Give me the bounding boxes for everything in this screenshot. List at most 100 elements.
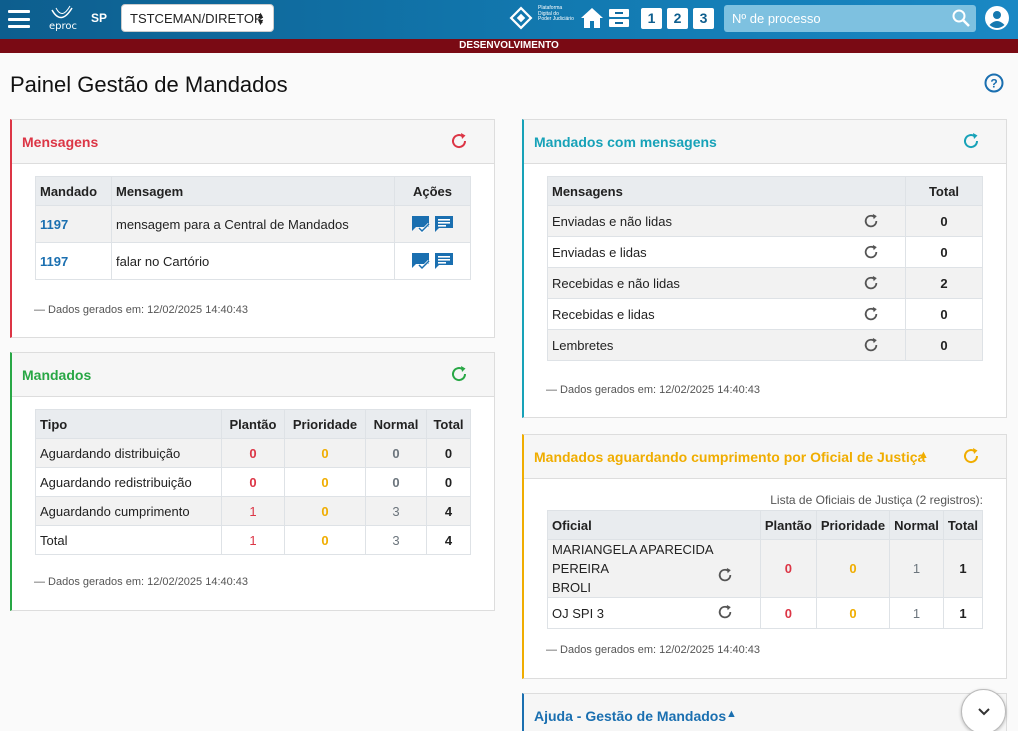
refresh-icon[interactable] bbox=[863, 244, 879, 260]
mark-read-icon[interactable] bbox=[411, 215, 431, 233]
table-row: Lembretes 0 bbox=[547, 329, 983, 361]
oficiais-card-title: Mandados aguardando cumprimento por Ofic… bbox=[534, 449, 926, 465]
plantao-cell[interactable]: 1 bbox=[221, 496, 285, 526]
collapse-caret-icon[interactable]: ▲ bbox=[726, 708, 737, 720]
total-cell[interactable]: 1 bbox=[942, 597, 984, 629]
search-placeholder: Nº de processo bbox=[732, 11, 821, 26]
oficiais-list-caption: Lista de Oficiais de Justiça (2 registro… bbox=[770, 493, 983, 507]
refresh-icon[interactable] bbox=[450, 365, 468, 383]
actions-cell bbox=[394, 205, 471, 243]
plantao-cell[interactable]: 0 bbox=[759, 539, 817, 598]
oficial-name-line: OJ SPI 3 bbox=[552, 605, 605, 621]
region-label: SP bbox=[91, 11, 108, 25]
prioridade-cell[interactable]: 0 bbox=[284, 467, 366, 497]
column-header: Normal bbox=[365, 409, 427, 439]
profile-select[interactable]: TSTCEMAN/DIRETOR ▲ ▼ bbox=[121, 4, 274, 32]
collapse-caret-icon[interactable]: ▲ bbox=[918, 449, 929, 461]
mandados-card-header: Mandados bbox=[12, 353, 494, 397]
column-header: Mensagens bbox=[547, 176, 906, 206]
total-cell[interactable]: 2 bbox=[905, 267, 983, 299]
table-row: 1197 falar no Cartório bbox=[35, 242, 471, 280]
normal-cell[interactable]: 1 bbox=[889, 539, 944, 598]
shortcut-2-button[interactable]: 2 bbox=[667, 8, 688, 29]
inbox-icon[interactable] bbox=[607, 7, 631, 29]
search-icon[interactable] bbox=[952, 9, 970, 27]
process-search-input[interactable]: Nº de processo bbox=[724, 5, 976, 32]
column-header: Total bbox=[905, 176, 983, 206]
mark-read-icon[interactable] bbox=[411, 252, 431, 270]
prioridade-cell[interactable]: 0 bbox=[284, 438, 366, 468]
total-cell[interactable]: 1 bbox=[942, 539, 984, 598]
total-cell[interactable]: 0 bbox=[905, 329, 983, 361]
mandado-link[interactable]: 1197 bbox=[40, 254, 68, 269]
total-cell[interactable]: 4 bbox=[426, 496, 471, 526]
status-cell: Recebidas e não lidas bbox=[547, 267, 906, 299]
prioridade-cell[interactable]: 0 bbox=[815, 539, 891, 598]
total-cell[interactable]: 0 bbox=[905, 298, 983, 330]
refresh-icon[interactable] bbox=[962, 447, 980, 465]
table-row: Recebidas e não lidas 2 bbox=[547, 267, 983, 299]
refresh-icon[interactable] bbox=[863, 337, 879, 353]
refresh-icon[interactable] bbox=[863, 275, 879, 291]
total-cell[interactable]: 4 bbox=[426, 525, 471, 555]
generated-at-text: — Dados gerados em: 12/02/2025 14:40:43 bbox=[546, 644, 761, 656]
table-row: MARIANGELA APARECIDA PEREIRA BROLI 0 0 1… bbox=[547, 539, 984, 598]
total-cell[interactable]: 0 bbox=[426, 467, 471, 497]
ajuda-card-title: Ajuda - Gestão de Mandados bbox=[534, 708, 727, 724]
normal-cell[interactable]: 3 bbox=[365, 496, 427, 526]
normal-cell[interactable]: 0 bbox=[365, 438, 427, 468]
mensagens-status-table: Mensagens Total Enviadas e não lidas 0 E… bbox=[547, 176, 983, 361]
normal-cell[interactable]: 3 bbox=[365, 525, 427, 555]
refresh-icon[interactable] bbox=[717, 604, 733, 620]
status-label: Enviadas e não lidas bbox=[552, 213, 672, 229]
status-label: Lembretes bbox=[552, 337, 614, 353]
oficiais-card: Mandados aguardando cumprimento por Ofic… bbox=[522, 434, 1007, 679]
refresh-icon[interactable] bbox=[863, 213, 879, 229]
refresh-icon[interactable] bbox=[863, 306, 879, 322]
refresh-icon[interactable] bbox=[962, 132, 980, 150]
plantao-cell[interactable]: 0 bbox=[759, 597, 817, 629]
tipo-cell: Aguardando distribuição bbox=[35, 438, 222, 468]
prioridade-cell[interactable]: 0 bbox=[284, 496, 366, 526]
status-cell: Recebidas e lidas bbox=[547, 298, 906, 330]
reply-message-icon[interactable] bbox=[434, 252, 454, 270]
total-cell[interactable]: 0 bbox=[905, 205, 983, 237]
plantao-cell[interactable]: 0 bbox=[221, 467, 285, 497]
shortcut-3-button[interactable]: 3 bbox=[693, 8, 714, 29]
mandado-link[interactable]: 1197 bbox=[40, 217, 68, 232]
plantao-cell[interactable]: 1 bbox=[221, 525, 285, 555]
total-cell[interactable]: 0 bbox=[426, 438, 471, 468]
home-icon[interactable] bbox=[580, 7, 604, 29]
prioridade-cell[interactable]: 0 bbox=[815, 597, 891, 629]
table-row: Aguardando redistribuição 0 0 0 0 bbox=[35, 467, 471, 497]
mandados-mensagens-card: Mandados com mensagens Mensagens Total E… bbox=[522, 119, 1007, 418]
column-header: Plantão bbox=[759, 510, 817, 540]
scroll-down-button[interactable] bbox=[961, 689, 1006, 731]
menu-icon[interactable] bbox=[8, 10, 30, 28]
plantao-cell[interactable]: 0 bbox=[221, 438, 285, 468]
oficiais-card-header[interactable]: Mandados aguardando cumprimento por Ofic… bbox=[524, 435, 1006, 479]
ajuda-card-header[interactable]: Ajuda - Gestão de Mandados ▲ bbox=[524, 694, 1006, 731]
refresh-icon[interactable] bbox=[717, 567, 733, 583]
table-header-row: Mensagens Total bbox=[547, 176, 983, 206]
platform-diamond-icon bbox=[509, 6, 533, 30]
mandados-table: Tipo Plantão Prioridade Normal Total Agu… bbox=[35, 409, 471, 555]
prioridade-cell[interactable]: 0 bbox=[284, 525, 366, 555]
table-header-row: Oficial Plantão Prioridade Normal Total bbox=[547, 510, 984, 540]
total-cell[interactable]: 0 bbox=[905, 236, 983, 268]
normal-cell[interactable]: 1 bbox=[889, 597, 944, 629]
help-icon[interactable]: ? bbox=[984, 73, 1004, 93]
mensagens-table: Mandado Mensagem Ações 1197 mensagem par… bbox=[35, 176, 471, 280]
mensagens-card: Mensagens Mandado Mensagem Ações 1197 me… bbox=[10, 119, 495, 338]
table-row: Aguardando distribuição 0 0 0 0 bbox=[35, 438, 471, 468]
status-cell: Enviadas e não lidas bbox=[547, 205, 906, 237]
user-account-icon[interactable] bbox=[985, 6, 1009, 30]
table-row: Enviadas e não lidas 0 bbox=[547, 205, 983, 237]
platform-logo[interactable]: Plataforma Digital do Poder Judiciário bbox=[508, 5, 578, 33]
shortcut-1-button[interactable]: 1 bbox=[641, 8, 662, 29]
status-label: Recebidas e não lidas bbox=[552, 275, 680, 291]
refresh-icon[interactable] bbox=[450, 132, 468, 150]
column-header: Prioridade bbox=[815, 510, 891, 540]
reply-message-icon[interactable] bbox=[434, 215, 454, 233]
normal-cell[interactable]: 0 bbox=[365, 467, 427, 497]
